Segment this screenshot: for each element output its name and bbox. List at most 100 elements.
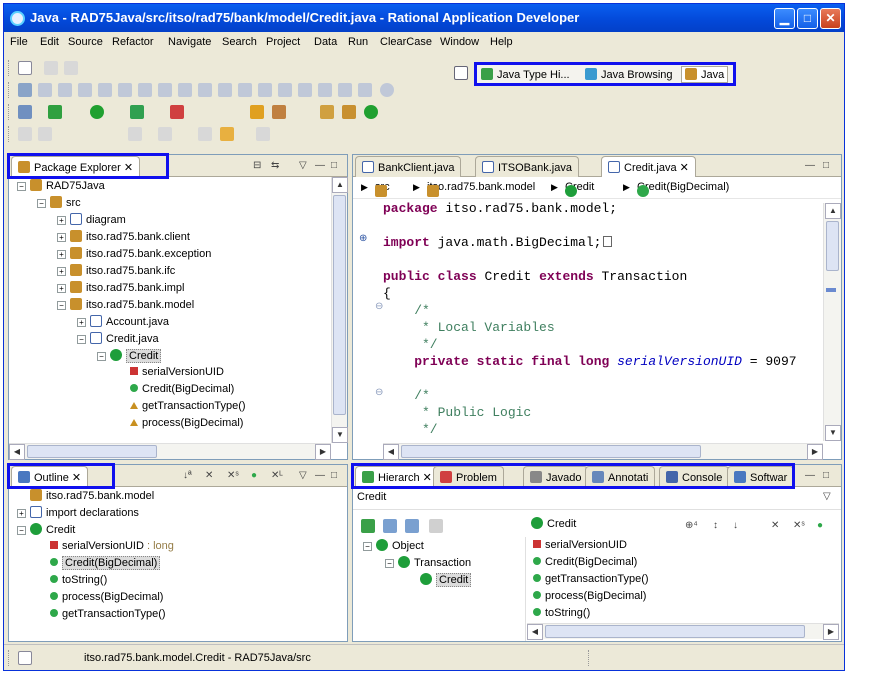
member-item[interactable]: serialVersionUID [533, 539, 627, 556]
tab-credit-java[interactable]: Credit.java ✕ [601, 156, 696, 177]
sort-icon[interactable]: ↓ª [183, 470, 192, 481]
overview-ruler-marker[interactable] [826, 288, 836, 292]
subtype-hierarchy-icon[interactable] [405, 519, 419, 533]
expand-icon[interactable]: + [57, 216, 66, 225]
tab-itsobank-java[interactable]: ITSOBank.java [475, 156, 579, 177]
scroll-up-icon[interactable]: ▲ [825, 203, 841, 219]
annotation-icon[interactable] [18, 127, 32, 141]
menu-search[interactable]: Search [222, 36, 257, 48]
last-edit-icon[interactable] [198, 127, 212, 141]
tree-item[interactable]: + itso.rad75.bank.exception [57, 247, 211, 264]
menu-help[interactable]: Help [490, 36, 513, 48]
build-icon[interactable] [18, 105, 32, 119]
hide-static-icon[interactable]: ✕ˢ [793, 520, 805, 531]
forward-icon[interactable] [256, 127, 270, 141]
view-menu-icon[interactable]: ▽ [299, 470, 307, 481]
sort-by-type-icon[interactable]: ↓ [733, 520, 738, 531]
hide-nonpublic-icon[interactable]: ● [251, 470, 257, 481]
breadcrumb-arrow-icon[interactable]: ▶ [361, 182, 368, 193]
maximize-view-icon[interactable]: □ [331, 160, 337, 171]
scroll-thumb[interactable] [545, 625, 805, 638]
collapse-icon[interactable]: − [77, 335, 86, 344]
scroll-left-icon[interactable]: ◀ [9, 444, 25, 460]
maximize-view-icon[interactable]: □ [823, 160, 829, 171]
menu-project[interactable]: Project [266, 36, 300, 48]
stop-server-icon[interactable] [78, 83, 92, 97]
tree-item[interactable]: + itso.rad75.bank.impl [57, 281, 184, 298]
member-item[interactable]: Credit(BigDecimal) [533, 556, 637, 573]
package-explorer-hscroll[interactable]: ◀ ▶ [9, 443, 331, 460]
menu-data[interactable]: Data [314, 36, 337, 48]
collapse-icon[interactable]: − [385, 559, 394, 568]
prev-annotation-icon[interactable] [158, 127, 172, 141]
close-button[interactable]: ✕ [820, 8, 841, 29]
breadcrumb-arrow-icon[interactable]: ▶ [623, 182, 630, 193]
maximize-button[interactable]: □ [797, 8, 818, 29]
fold-expand-icon[interactable]: ⊕ [359, 233, 367, 244]
tab-bankclient-java[interactable]: BankClient.java [355, 156, 462, 177]
tree-item[interactable]: process(BigDecimal) [117, 417, 243, 434]
scroll-right-icon[interactable]: ▶ [807, 444, 823, 460]
menu-run[interactable]: Run [348, 36, 368, 48]
collapse-icon[interactable]: − [363, 542, 372, 551]
print-icon[interactable] [64, 61, 78, 75]
breadcrumb-item[interactable]: Credit(BigDecimal) [637, 181, 729, 197]
tool-icon[interactable] [298, 83, 312, 97]
tree-item[interactable]: − itso.rad75.bank.model [57, 298, 194, 315]
hierarchy-item[interactable]: − Object [363, 539, 424, 556]
tree-item[interactable]: − Credit [97, 349, 162, 366]
help-icon[interactable] [380, 83, 394, 97]
tree-item[interactable]: + itso.rad75.bank.client [57, 230, 190, 247]
pen-icon[interactable] [38, 127, 52, 141]
scroll-left-icon[interactable]: ◀ [383, 444, 399, 460]
scroll-right-icon[interactable]: ▶ [823, 624, 839, 640]
perspective-java[interactable]: Java [681, 66, 729, 83]
server-icon[interactable] [18, 83, 32, 97]
scroll-down-icon[interactable]: ▼ [825, 425, 841, 441]
tool-icon[interactable] [198, 83, 212, 97]
collapse-icon[interactable]: − [37, 199, 46, 208]
menu-refactor[interactable]: Refactor [112, 36, 154, 48]
search-icon[interactable] [272, 105, 286, 119]
hide-local-types-icon[interactable]: ✕ᴸ [271, 470, 283, 481]
hide-nonpublic-icon[interactable]: ● [817, 520, 823, 531]
hide-fields-icon[interactable]: ✕ [205, 470, 213, 481]
member-item[interactable]: process(BigDecimal) [533, 590, 646, 607]
maximize-view-icon[interactable]: □ [331, 470, 337, 481]
tree-item[interactable]: serialVersionUID : long [37, 540, 174, 557]
expand-icon[interactable]: + [57, 284, 66, 293]
editor-vscroll[interactable]: ▲ ▼ [823, 203, 841, 441]
debug-icon[interactable] [48, 105, 62, 119]
breadcrumb-item[interactable]: itso.rad75.bank.model [427, 181, 535, 197]
run-icon[interactable] [90, 105, 104, 119]
scroll-left-icon[interactable]: ◀ [527, 624, 543, 640]
link-with-editor-icon[interactable]: ⇆ [271, 160, 279, 171]
hierarchy-item[interactable]: − Transaction [385, 556, 471, 573]
type-hierarchy-icon[interactable] [361, 519, 375, 533]
tool-icon[interactable] [238, 83, 252, 97]
expand-icon[interactable]: + [57, 250, 66, 259]
collapse-icon[interactable]: − [17, 182, 26, 191]
collapse-icon[interactable]: − [57, 301, 66, 310]
menu-file[interactable]: File [10, 36, 28, 48]
tree-item[interactable]: process(BigDecimal) [37, 591, 163, 608]
editor-hscroll[interactable]: ◀ ▶ [383, 443, 823, 460]
minimize-view-icon[interactable]: — [805, 160, 815, 171]
minimize-button[interactable]: ▁ [774, 8, 795, 29]
package-explorer-vscroll[interactable]: ▲ ▼ [331, 177, 348, 443]
collapse-all-icon[interactable]: ⊟ [253, 160, 261, 171]
tree-item[interactable]: − src [37, 196, 81, 213]
tree-item[interactable]: toString() [37, 574, 107, 591]
perspective-java-browsing[interactable]: Java Browsing [585, 68, 673, 81]
member-item[interactable]: getTransactionType() [533, 573, 649, 590]
minimize-view-icon[interactable]: — [315, 160, 325, 171]
scroll-thumb[interactable] [826, 221, 839, 271]
tree-item[interactable]: serialVersionUID [117, 366, 224, 383]
new-icon[interactable] [18, 61, 32, 75]
tree-item[interactable]: getTransactionType() [37, 608, 166, 625]
breadcrumb-item[interactable]: Credit [565, 181, 594, 197]
menu-source[interactable]: Source [68, 36, 103, 48]
expand-icon[interactable]: + [17, 509, 26, 518]
deploy-icon[interactable] [38, 83, 52, 97]
history-icon[interactable] [429, 519, 443, 533]
